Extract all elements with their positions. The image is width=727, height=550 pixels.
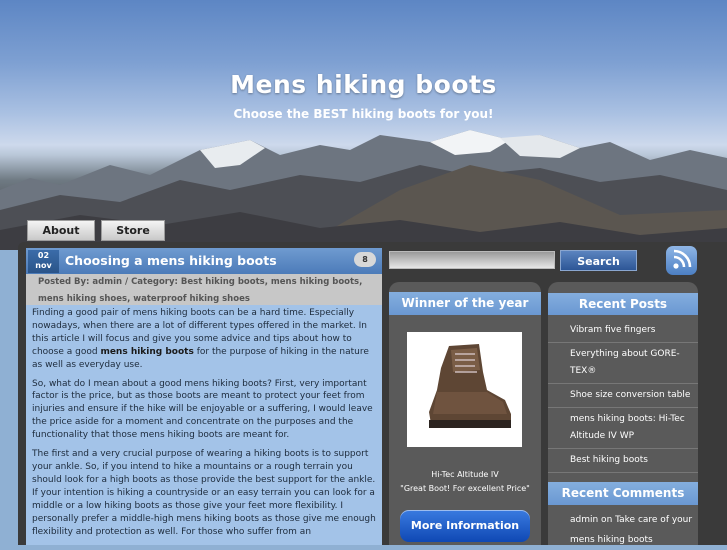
nav-about[interactable]: About [27,220,95,241]
comment-count: 8 [362,255,368,264]
meta-categories-link-2[interactable]: mens hiking shoes, waterproof hiking sho… [38,294,250,304]
recent-comment-item[interactable]: admin on Take care of your mens hiking b… [570,510,694,550]
post-article: 02 nov Choosing a mens hiking boots 8 Po… [26,248,382,545]
meta-categories-link[interactable]: Best hiking boots, mens hiking boots, [181,277,362,287]
post-meta-line1: Posted By: admin / Category: Best hiking… [38,277,362,287]
rss-glyph-icon [673,249,692,269]
post-paragraph-1: Finding a good pair of mens hiking boots… [32,307,376,372]
sidebar-right: Recent Posts Vibram five fingers Everyth… [548,282,698,545]
post-keyword: mens hiking boots [100,346,194,357]
recent-post-item[interactable]: mens hiking boots: Hi-Tec Altitude IV WP [548,408,698,449]
post-date-day: 02 [37,251,50,260]
hiking-boot-icon [429,344,511,428]
product-image[interactable] [407,332,522,447]
recent-posts-list: Vibram five fingers Everything about GOR… [548,319,698,473]
more-information-button[interactable]: More Information [400,510,530,542]
post-title[interactable]: Choosing a mens hiking boots [65,253,277,268]
post-date-badge: 02 nov [28,250,59,273]
site-tagline: Choose the BEST hiking boots for you! [233,107,494,121]
meta-category-label: / Category: [122,277,181,287]
post-paragraph-2: So, what do I mean about a good mens hik… [32,378,373,441]
recent-post-item[interactable]: Shoe size conversion table [548,384,698,408]
header-banner: Mens hiking boots Choose the BEST hiking… [0,0,727,250]
post-meta: Posted By: admin / Category: Best hiking… [26,274,382,305]
site-title[interactable]: Mens hiking boots [0,70,727,99]
rss-icon[interactable] [666,246,697,275]
post-header: 02 nov Choosing a mens hiking boots 8 [26,248,382,274]
comment-bubble-icon[interactable]: 8 [354,252,376,267]
post-meta-line2: mens hiking shoes, waterproof hiking sho… [38,294,250,304]
winner-panel: Winner of the year Hi-Tec Altitude IV "G… [389,282,541,545]
main-nav: About Store [27,220,165,241]
recent-post-item[interactable]: Vibram five fingers [548,319,698,343]
meta-prefix: Posted By: [38,277,93,287]
winner-title: Winner of the year [389,292,541,315]
post-paragraph-3: The first and a very crucial purpose of … [32,449,376,537]
post-date-month: nov [35,261,52,270]
product-quote: "Great Boot! For excellent Price" [400,484,530,493]
recent-post-item[interactable]: Best hiking boots [548,449,698,473]
product-name: Hi-Tec Altitude IV [431,470,499,479]
recent-posts-title: Recent Posts [548,293,698,315]
recent-post-item[interactable]: Everything about GORE-TEX® [548,343,698,384]
nav-store[interactable]: Store [101,220,165,241]
meta-author-link[interactable]: admin [92,277,122,287]
search-input[interactable] [389,251,555,269]
post-body: Finding a good pair of mens hiking boots… [26,305,382,545]
recent-comments-title: Recent Comments [548,482,698,505]
search-button[interactable]: Search [560,250,637,271]
